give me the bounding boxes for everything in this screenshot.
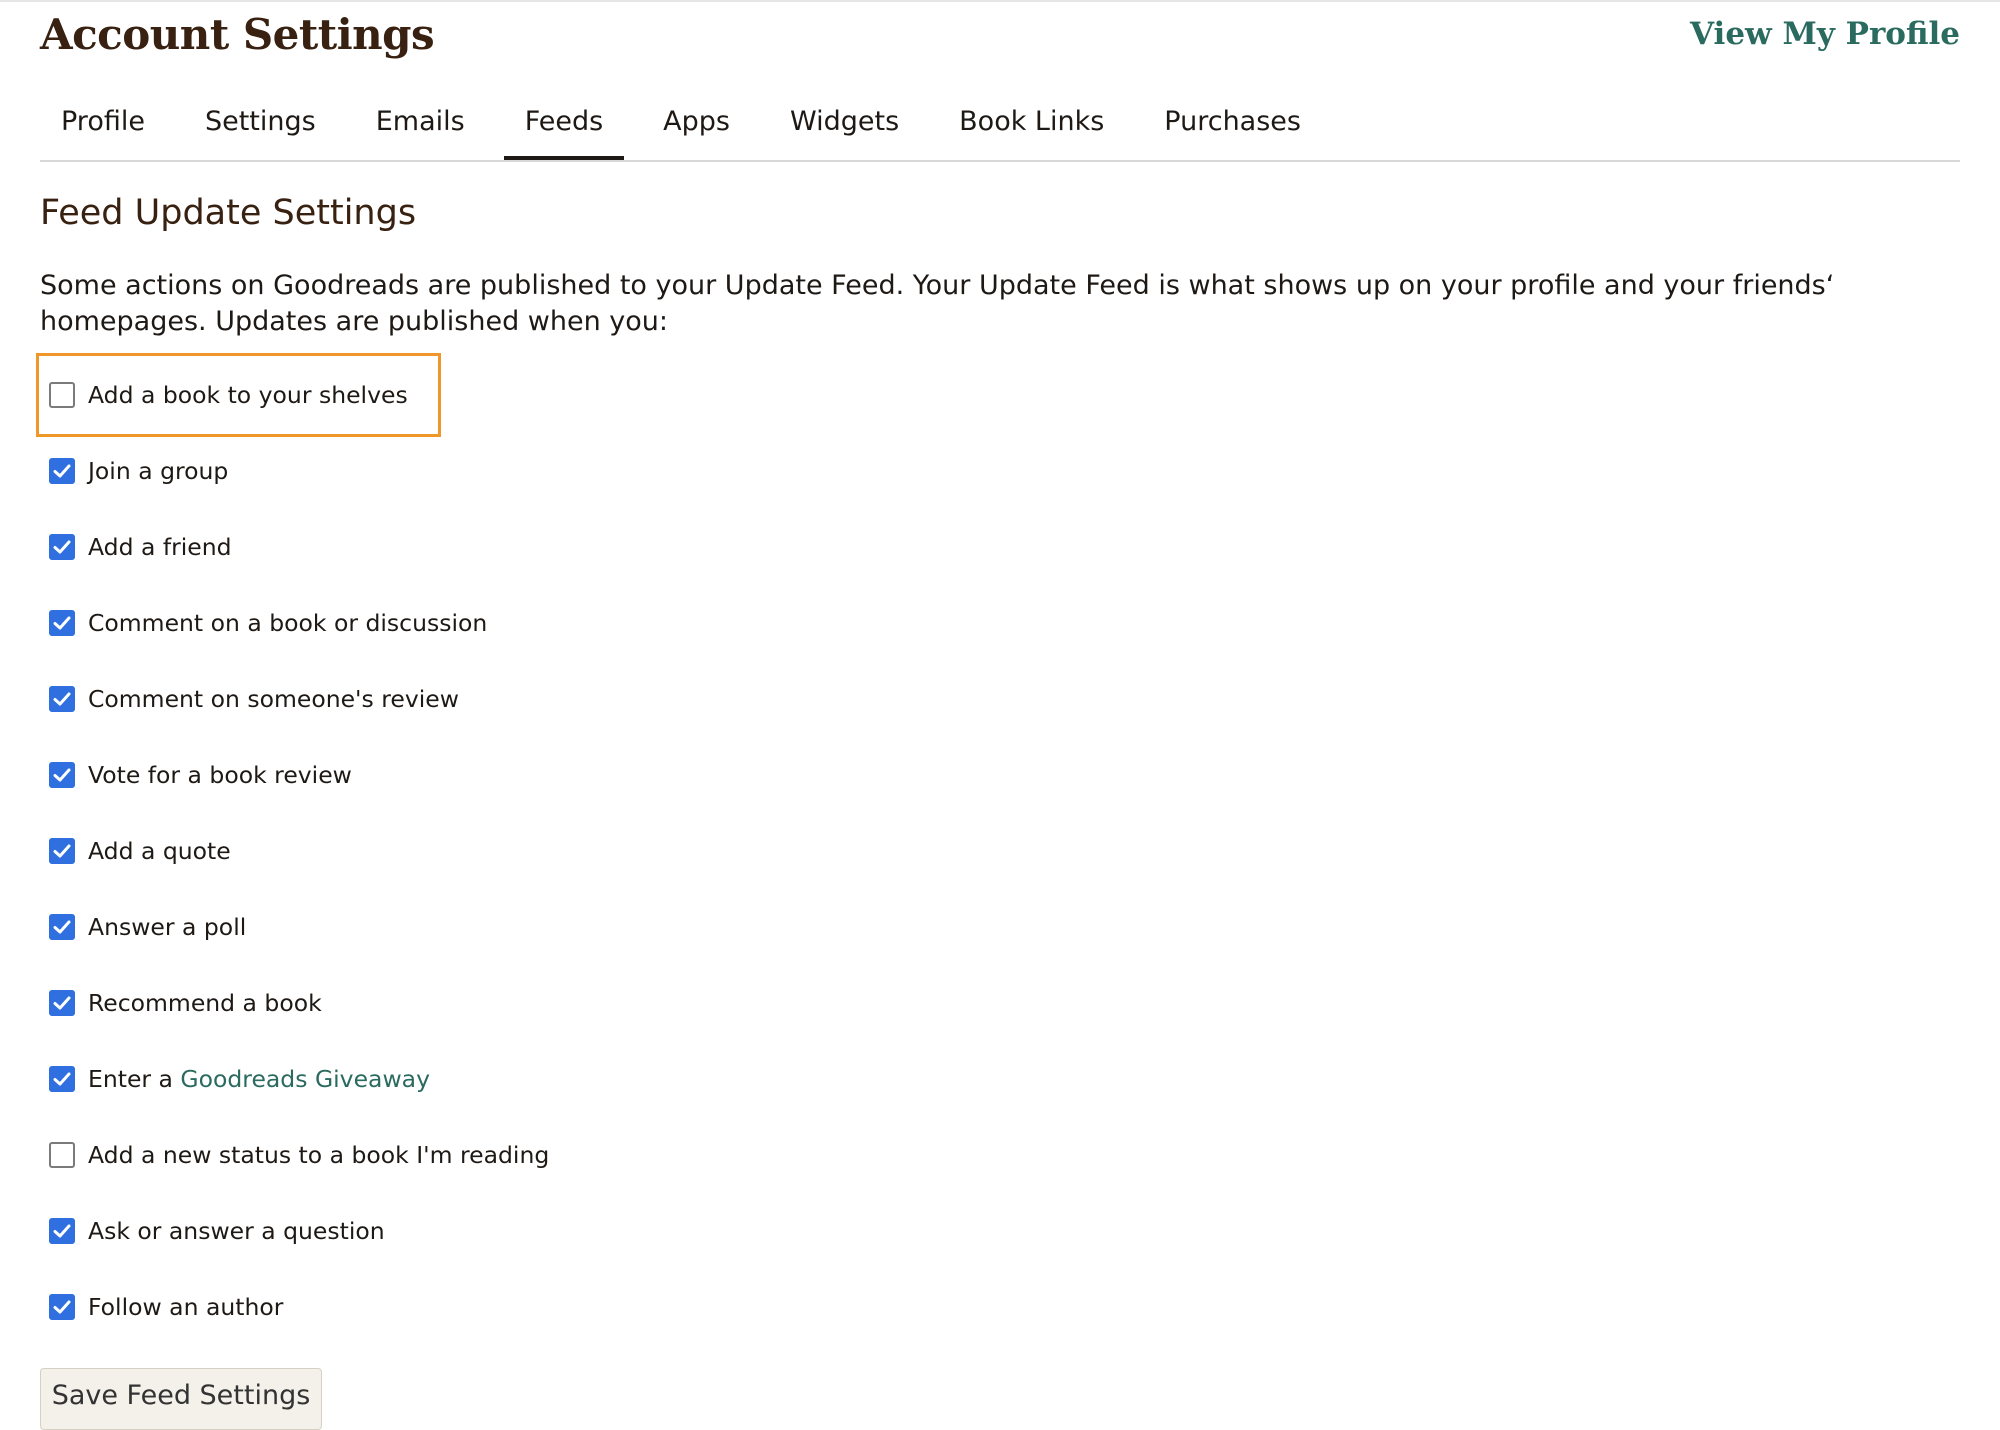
- checkbox-checked[interactable]: [49, 914, 75, 940]
- feed-option-comment-on-someone-s-review[interactable]: Comment on someone's review: [36, 661, 636, 737]
- feed-option-follow-an-author[interactable]: Follow an author: [36, 1269, 636, 1345]
- checkbox-checked[interactable]: [49, 1066, 75, 1092]
- tab-apps[interactable]: Apps: [642, 98, 751, 152]
- checkmark-icon: [53, 844, 71, 858]
- feed-option-ask-or-answer-a-question[interactable]: Ask or answer a question: [36, 1193, 636, 1269]
- option-label-text: Ask or answer a question: [88, 1217, 385, 1245]
- checkbox-checked[interactable]: [49, 838, 75, 864]
- option-label: Answer a poll: [88, 913, 246, 941]
- feed-option-vote-for-a-book-review[interactable]: Vote for a book review: [36, 737, 636, 813]
- option-label: Recommend a book: [88, 989, 322, 1017]
- option-label: Comment on someone's review: [88, 685, 459, 713]
- option-label: Add a new status to a book I'm reading: [88, 1141, 549, 1169]
- checkmark-icon: [53, 1224, 71, 1238]
- checkbox-unchecked[interactable]: [49, 382, 75, 408]
- feed-option-add-a-book-to-your-shelves[interactable]: Add a book to your shelves: [36, 353, 636, 437]
- tab-feeds[interactable]: Feeds: [503, 98, 625, 160]
- checkmark-icon: [53, 464, 71, 478]
- checkbox-checked[interactable]: [49, 458, 75, 484]
- feed-option-add-a-quote[interactable]: Add a quote: [36, 813, 636, 889]
- checkbox-checked[interactable]: [49, 1218, 75, 1244]
- option-label: Add a book to your shelves: [88, 381, 408, 409]
- option-label: Vote for a book review: [88, 761, 352, 789]
- checkmark-icon: [53, 540, 71, 554]
- checkbox-checked[interactable]: [49, 762, 75, 788]
- page-title: Account Settings: [40, 10, 435, 59]
- tab-book-links[interactable]: Book Links: [938, 98, 1125, 152]
- option-label-text: Comment on someone's review: [88, 685, 459, 713]
- checkbox-checked[interactable]: [49, 1294, 75, 1320]
- checkmark-icon: [53, 616, 71, 630]
- option-label-text: Follow an author: [88, 1293, 284, 1321]
- feed-option-join-a-group[interactable]: Join a group: [36, 433, 636, 509]
- checkmark-icon: [53, 1072, 71, 1086]
- option-label-text: Answer a poll: [88, 913, 247, 941]
- checkbox-checked[interactable]: [49, 610, 75, 636]
- option-label: Ask or answer a question: [88, 1217, 385, 1245]
- option-label: Add a friend: [88, 533, 232, 561]
- tab-widgets[interactable]: Widgets: [769, 98, 920, 152]
- option-label-text: Add a quote: [88, 837, 231, 865]
- feed-option-answer-a-poll[interactable]: Answer a poll: [36, 889, 636, 965]
- option-label-text: Add a book to your shelves: [88, 381, 408, 409]
- intro-text: Some actions on Goodreads are published …: [40, 270, 1835, 337]
- tab-profile[interactable]: Profile: [40, 98, 166, 152]
- option-label: Comment on a book or discussion: [88, 609, 487, 637]
- option-label-text: Add a friend: [88, 533, 232, 561]
- checkbox-checked[interactable]: [49, 990, 75, 1016]
- view-my-profile-link[interactable]: View My Profile: [1690, 16, 1960, 52]
- checkmark-icon: [53, 692, 71, 706]
- settings-tabs: Profile Settings Emails Feeds Apps Widge…: [40, 98, 1960, 162]
- checkbox-unchecked[interactable]: [49, 1142, 75, 1168]
- checkbox-checked[interactable]: [49, 534, 75, 560]
- feed-option-add-a-new-status-to-a-book-i-m-reading[interactable]: Add a new status to a book I'm reading: [36, 1117, 636, 1193]
- option-label-text: Add a new status to a book I'm reading: [88, 1141, 550, 1169]
- option-label: Add a quote: [88, 837, 231, 865]
- feed-option-recommend-a-book[interactable]: Recommend a book: [36, 965, 636, 1041]
- feed-options-list: Add a book to your shelves Join a group Ad…: [36, 353, 636, 1345]
- feed-option-comment-on-a-book-or-discussion[interactable]: Comment on a book or discussion: [36, 585, 636, 661]
- top-border: [0, 0, 2000, 2]
- feed-option-enter-a-goodreads-giveaway[interactable]: Enter a Goodreads Giveaway: [36, 1041, 636, 1117]
- feed-option-add-a-friend[interactable]: Add a friend: [36, 509, 636, 585]
- option-label: Enter a Goodreads Giveaway: [88, 1065, 430, 1093]
- goodreads-giveaway-link[interactable]: Goodreads Giveaway: [180, 1065, 430, 1093]
- option-label: Follow an author: [88, 1293, 283, 1321]
- option-label: Join a group: [88, 457, 228, 485]
- checkmark-icon: [53, 1300, 71, 1314]
- tab-settings[interactable]: Settings: [184, 98, 337, 152]
- checkmark-icon: [53, 768, 71, 782]
- tab-purchases[interactable]: Purchases: [1143, 98, 1322, 152]
- option-label-text: Vote for a book review: [88, 761, 352, 789]
- option-label-text: Comment on a book or discussion: [88, 609, 488, 637]
- option-label-text: Join a group: [88, 457, 229, 485]
- section-title: Feed Update Settings: [40, 193, 417, 233]
- save-feed-settings-button[interactable]: Save Feed Settings: [40, 1368, 322, 1430]
- checkmark-icon: [53, 920, 71, 934]
- tab-emails[interactable]: Emails: [355, 98, 486, 152]
- checkbox-checked[interactable]: [49, 686, 75, 712]
- option-label-text: Enter a: [88, 1065, 181, 1093]
- option-label-text: Recommend a book: [88, 989, 322, 1017]
- checkmark-icon: [53, 996, 71, 1010]
